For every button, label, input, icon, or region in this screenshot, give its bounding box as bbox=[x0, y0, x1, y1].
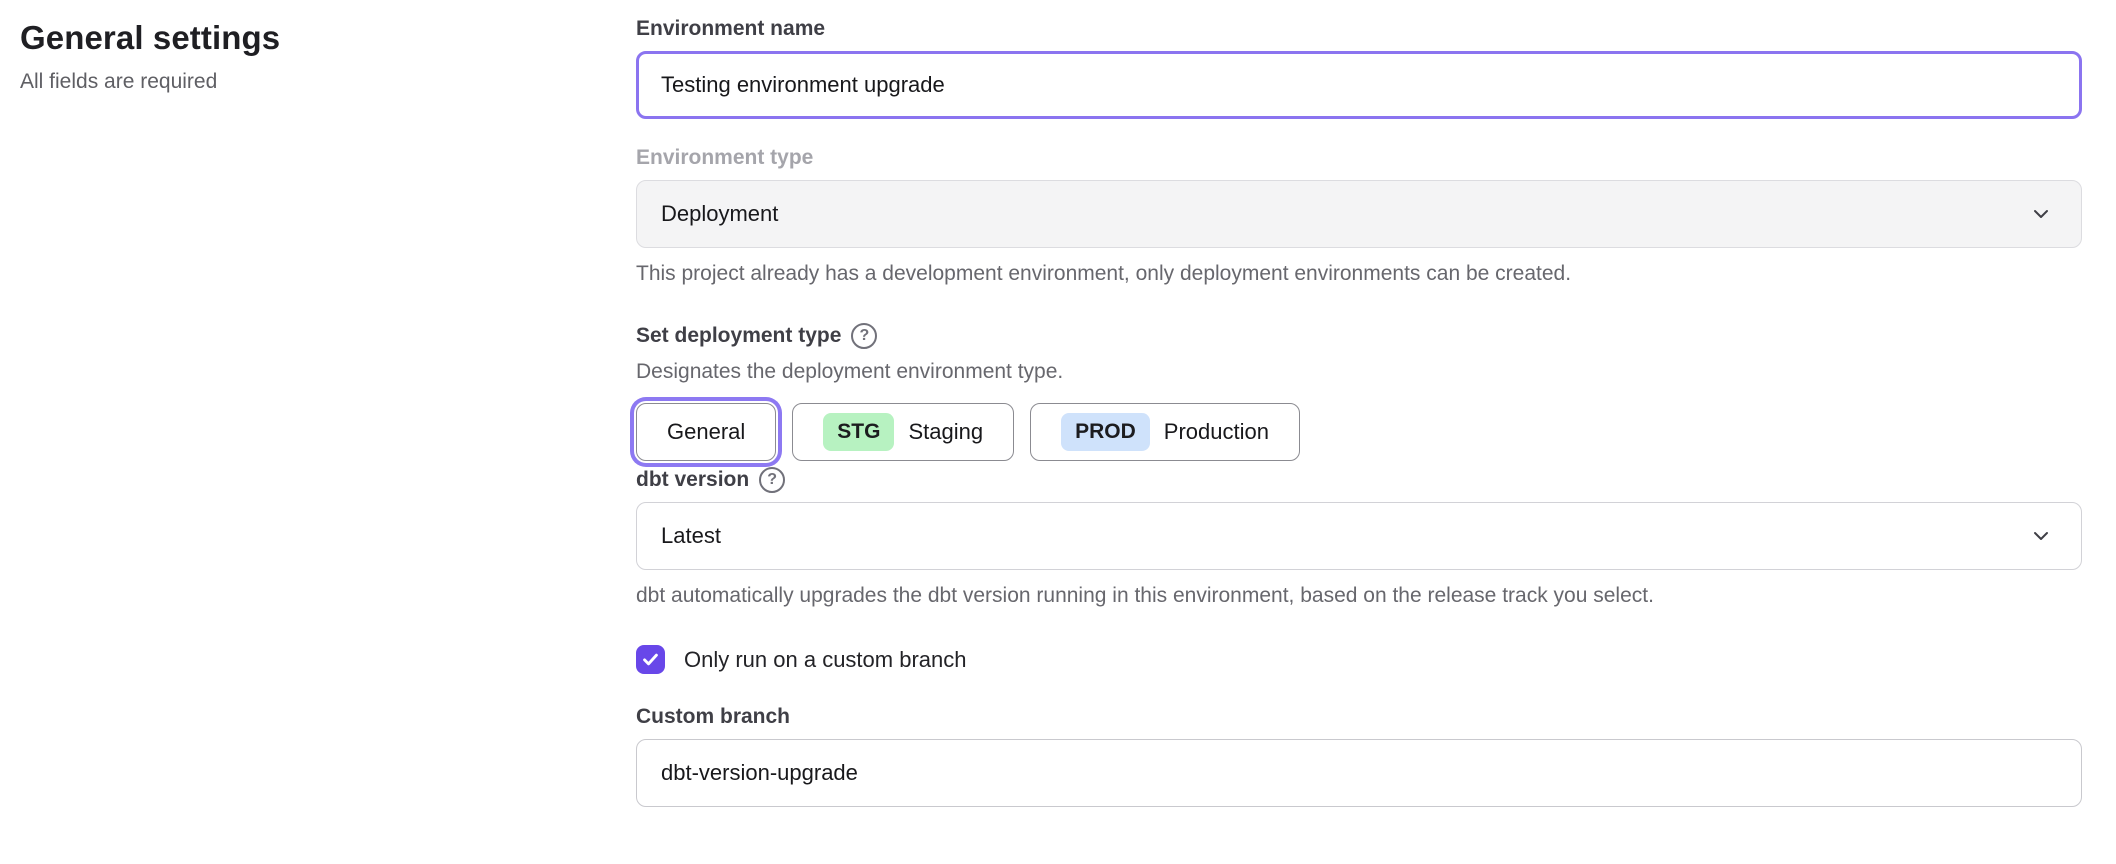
dbt-version-helper: dbt automatically upgrades the dbt versi… bbox=[636, 582, 2082, 609]
chevron-down-icon bbox=[2029, 202, 2053, 226]
environment-type-select: Deployment bbox=[636, 180, 2082, 248]
production-badge: PROD bbox=[1061, 413, 1150, 451]
help-icon[interactable]: ? bbox=[759, 467, 785, 493]
dbt-version-selected-value: Latest bbox=[661, 523, 721, 549]
custom-branch-checkbox-label[interactable]: Only run on a custom branch bbox=[684, 647, 966, 673]
environment-type-label-text: Environment type bbox=[636, 145, 813, 171]
custom-branch-label-text: Custom branch bbox=[636, 704, 790, 730]
environment-settings-form: Environment name Environment type Deploy… bbox=[636, 0, 2082, 864]
page-subtitle: All fields are required bbox=[20, 68, 636, 96]
deployment-type-production-button[interactable]: PROD Production bbox=[1030, 403, 1300, 461]
settings-header-panel: General settings All fields are required bbox=[0, 0, 636, 864]
page-title: General settings bbox=[20, 16, 636, 60]
deployment-type-general-button[interactable]: General bbox=[636, 403, 776, 461]
dbt-version-select[interactable]: Latest bbox=[636, 502, 2082, 570]
dbt-version-label-text: dbt version bbox=[636, 467, 749, 493]
environment-name-label: Environment name bbox=[636, 16, 2082, 42]
deployment-type-staging-label: Staging bbox=[908, 419, 983, 445]
deployment-type-label: Set deployment type ? bbox=[636, 323, 2082, 349]
deployment-type-helper: Designates the deployment environment ty… bbox=[636, 358, 2082, 385]
checkmark-icon bbox=[641, 650, 660, 669]
environment-type-helper: This project already has a development e… bbox=[636, 260, 2082, 287]
deployment-type-staging-button[interactable]: STG Staging bbox=[792, 403, 1014, 461]
dbt-version-label: dbt version ? bbox=[636, 467, 2082, 493]
chevron-down-icon bbox=[2029, 524, 2053, 548]
environment-type-selected-value: Deployment bbox=[661, 201, 778, 227]
deployment-type-label-text: Set deployment type bbox=[636, 323, 841, 349]
custom-branch-label: Custom branch bbox=[636, 704, 2082, 730]
custom-branch-checkbox-row: Only run on a custom branch bbox=[636, 645, 2082, 674]
deployment-type-production-label: Production bbox=[1164, 419, 1269, 445]
help-icon[interactable]: ? bbox=[851, 323, 877, 349]
custom-branch-checkbox[interactable] bbox=[636, 645, 665, 674]
environment-name-label-text: Environment name bbox=[636, 16, 825, 42]
environment-name-input[interactable] bbox=[636, 51, 2082, 119]
staging-badge: STG bbox=[823, 413, 894, 451]
environment-type-label: Environment type bbox=[636, 145, 2082, 171]
deployment-type-general-label: General bbox=[667, 419, 745, 445]
deployment-type-options: General STG Staging PROD Production bbox=[636, 403, 2082, 461]
custom-branch-input[interactable] bbox=[636, 739, 2082, 807]
